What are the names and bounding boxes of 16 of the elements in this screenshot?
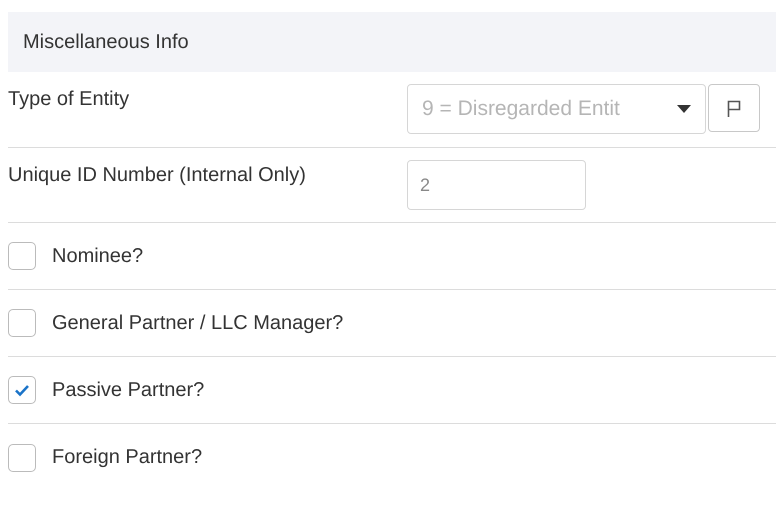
checkbox[interactable] [8, 309, 36, 337]
checkbox-label: Nominee? [52, 244, 144, 268]
checkbox[interactable] [8, 376, 36, 404]
checkbox-label: Foreign Partner? [52, 446, 202, 469]
section-title: Miscellaneous Info [23, 30, 189, 54]
checkmark-icon [14, 384, 30, 396]
checkbox[interactable] [8, 444, 36, 472]
field-label: Unique ID Number (Internal Only) [8, 163, 307, 188]
caret-icon [677, 105, 691, 113]
input-field[interactable]: 2 [407, 160, 586, 210]
flag-button[interactable] [708, 84, 760, 132]
checkbox-label: Passive Partner? [52, 378, 204, 402]
field-label: Type of Entity [8, 87, 130, 112]
flag-icon [727, 100, 741, 116]
checkbox-label: General Partner / LLC Manager? [52, 312, 344, 334]
checkbox[interactable] [8, 242, 36, 270]
